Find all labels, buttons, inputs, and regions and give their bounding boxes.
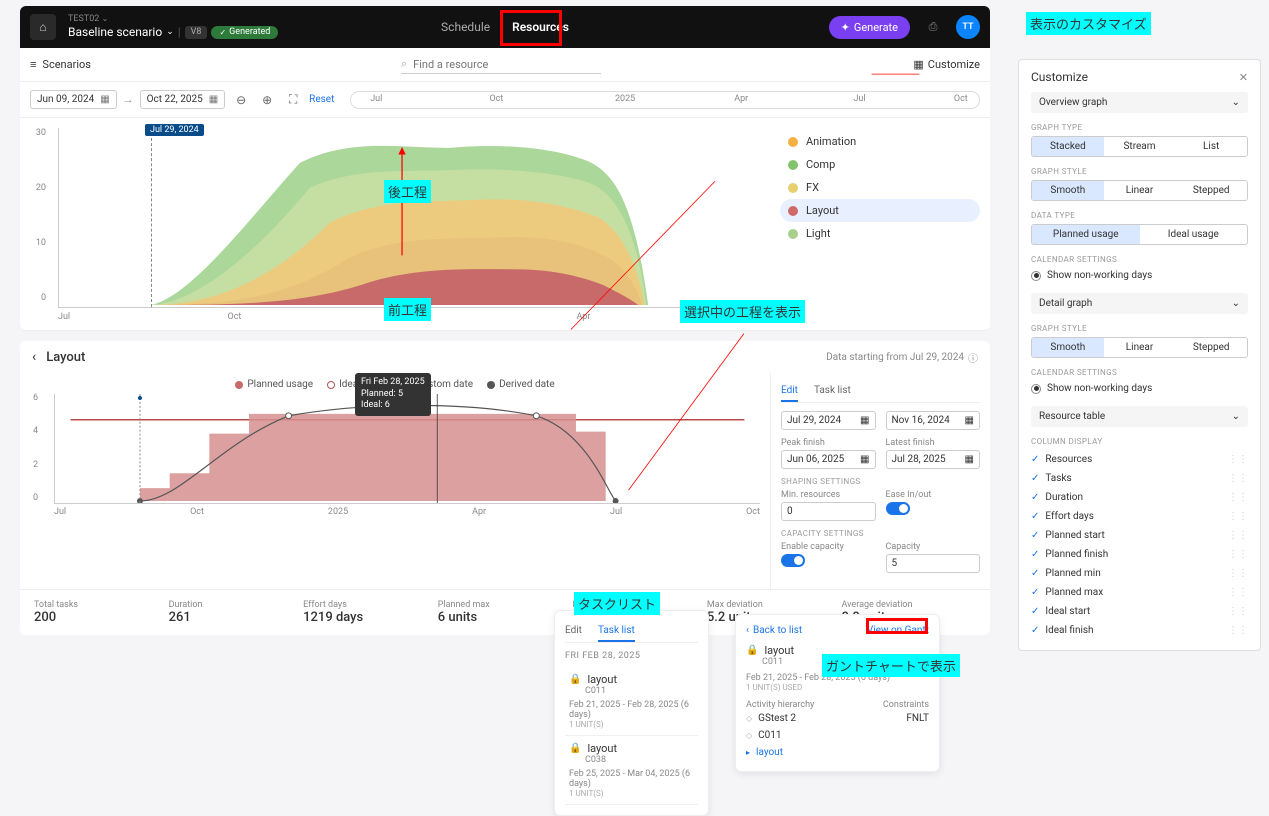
tl-tab-edit[interactable]: Edit [565, 621, 582, 642]
project-name: TEST02 [68, 14, 99, 24]
customize-panel: Customize ✕ Overview graph⌄ GRAPH TYPE S… [1018, 59, 1261, 651]
column-toggle[interactable]: ✓Tasks⋮⋮ [1031, 469, 1248, 488]
overview-panel: 30 20 10 0 Jul 29, 2024 [20, 118, 990, 331]
graph-type-segmented[interactable]: Stacked Stream List [1031, 136, 1248, 157]
reset-button[interactable]: Reset [309, 94, 334, 105]
scenarios-button[interactable]: ≡ Scenarios [30, 58, 91, 71]
editor-end-date[interactable]: Nov 16, 2024▦ [886, 411, 981, 430]
search-input-wrap: ⌕ [401, 55, 601, 74]
column-toggle[interactable]: ✓Resources⋮⋮ [1031, 450, 1248, 469]
zoom-out-icon[interactable]: ⊖ [231, 90, 251, 110]
date-marker: Jul 29, 2024 [145, 124, 204, 136]
y-axis: 30 20 10 0 [26, 128, 46, 303]
tl-tab-tasklist[interactable]: Task list [598, 621, 635, 642]
tasklist-date: FRI FEB 28, 2025 [565, 651, 698, 661]
data-start-label: Data starting from Jul 29, 2024 ⓘ [826, 350, 978, 365]
lock-icon: 🔒 [569, 743, 581, 754]
detail-side-panel: Edit Task list Jul 29, 2024▦ Nov 16, 202… [770, 373, 990, 589]
ease-toggle[interactable] [886, 502, 910, 515]
legend-comp[interactable]: Comp [780, 153, 980, 176]
side-tab-edit[interactable]: Edit [781, 381, 798, 402]
tasklist-card: Edit Task list FRI FEB 28, 2025 🔒layout … [554, 610, 709, 816]
editor-start-date[interactable]: Jul 29, 2024▦ [781, 411, 876, 430]
legend: Animation Comp FX Layout Light [770, 118, 990, 330]
anno-lower: 前工程 [384, 298, 431, 321]
task-detail-card: ‹ Back to list View on Gantt 🔒layout C01… [735, 614, 940, 772]
detail-graph-style-segmented[interactable]: Smooth Linear Stepped [1031, 337, 1248, 358]
tab-schedule[interactable]: Schedule [439, 8, 492, 46]
resource-table-dropdown[interactable]: Resource table⌄ [1031, 406, 1248, 427]
min-resources-input[interactable]: 0 [781, 502, 876, 521]
legend-fx[interactable]: FX [780, 176, 980, 199]
version-badge: V8 [185, 26, 208, 39]
date-controls: Jun 09, 2024▦ → Oct 22, 2025▦ ⊖ ⊕ ⛶ Rese… [20, 82, 990, 118]
home-icon[interactable]: ⌂ [30, 14, 56, 40]
column-toggle[interactable]: ✓Effort days⋮⋮ [1031, 507, 1248, 526]
timescale[interactable]: Jul Oct 2025 Apr Jul Oct [350, 91, 980, 109]
column-toggle[interactable]: ✓Ideal start⋮⋮ [1031, 602, 1248, 621]
column-toggle[interactable]: ✓Planned max⋮⋮ [1031, 583, 1248, 602]
column-toggle[interactable]: ✓Planned start⋮⋮ [1031, 526, 1248, 545]
legend-animation[interactable]: Animation [780, 130, 980, 153]
task-item[interactable]: 🔒layout C011 Feb 21, 2025 - Feb 28, 2025… [565, 667, 698, 736]
detail-show-nonworking-toggle[interactable]: Show non-working days [1031, 381, 1248, 396]
back-to-list[interactable]: ‹ Back to list [746, 625, 802, 636]
column-toggle[interactable]: ✓Duration⋮⋮ [1031, 488, 1248, 507]
detail-body: Planned usage Ideal usage Custom date De… [20, 373, 990, 589]
capacity-input[interactable]: 5 [886, 554, 981, 573]
zoom-in-icon[interactable]: ⊕ [257, 90, 277, 110]
generated-badge: Generated [211, 26, 278, 39]
column-toggle[interactable]: ✓Ideal finish⋮⋮ [1031, 621, 1248, 640]
anno-upper: 後工程 [384, 180, 431, 203]
chart-tooltip: Fri Feb 28, 2025 Planned: 5 Ideal: 6 [355, 373, 431, 416]
anno-selected: 選択中の工程を表示 [680, 300, 805, 323]
avatar[interactable]: TT [956, 15, 980, 39]
scenario-name[interactable]: Baseline scenario [68, 25, 162, 39]
latest-finish-input[interactable]: Jul 28, 2025▦ [886, 450, 981, 469]
column-toggle[interactable]: ✓Planned min⋮⋮ [1031, 564, 1248, 583]
export-icon[interactable]: ⎙ [920, 14, 946, 40]
back-icon[interactable]: ‹ [32, 349, 36, 365]
peak-finish-input[interactable]: Jun 06, 2025▦ [781, 450, 876, 469]
graph-style-segmented[interactable]: Smooth Linear Stepped [1031, 180, 1248, 201]
anno-customize-heading: 表示のカスタマイズ [1026, 12, 1151, 35]
detail-graph-dropdown[interactable]: Detail graph⌄ [1031, 293, 1248, 314]
end-date-input[interactable]: Oct 22, 2025▦ [140, 90, 226, 109]
hierarchy-item[interactable]: ◇GStest 2 [746, 710, 796, 727]
overview-graph-dropdown[interactable]: Overview graph⌄ [1031, 92, 1248, 113]
column-toggle[interactable]: ✓Planned finish⋮⋮ [1031, 545, 1248, 564]
detail-header: ‹ Layout Data starting from Jul 29, 2024… [20, 341, 990, 373]
detail-title: Layout [46, 350, 85, 365]
hierarchy-item[interactable]: ◇C011 [746, 727, 796, 744]
task-item[interactable]: 🔒layout C038 Feb 25, 2025 - Mar 04, 2025… [565, 736, 698, 805]
search-icon: ⌕ [401, 57, 407, 71]
close-icon[interactable]: ✕ [1239, 71, 1248, 84]
legend-layout[interactable]: Layout [780, 199, 980, 222]
anno-gantt: ガントチャートで表示 [822, 654, 960, 677]
zoom-fit-icon[interactable]: ⛶ [283, 90, 303, 110]
lock-icon: 🔒 [746, 645, 758, 656]
start-date-input[interactable]: Jun 09, 2024▦ [30, 90, 117, 109]
hierarchy-item[interactable]: ▸layout [746, 744, 796, 761]
capacity-toggle[interactable] [781, 554, 805, 567]
lock-icon: 🔒 [569, 674, 581, 685]
customize-title: Customize [1031, 70, 1088, 84]
customize-button[interactable]: ▦ Customize [913, 58, 980, 71]
side-tab-tasklist[interactable]: Task list [814, 381, 851, 402]
generate-button[interactable]: ✦ Generate [829, 16, 910, 39]
data-type-segmented[interactable]: Planned usage Ideal usage [1031, 224, 1248, 245]
show-nonworking-toggle[interactable]: Show non-working days [1031, 268, 1248, 283]
subbar: ≡ Scenarios ⌕ ▦ Customize [20, 48, 990, 82]
anno-tasklist: タスクリスト [574, 592, 660, 615]
search-input[interactable] [413, 58, 601, 71]
legend-light[interactable]: Light [780, 222, 980, 245]
